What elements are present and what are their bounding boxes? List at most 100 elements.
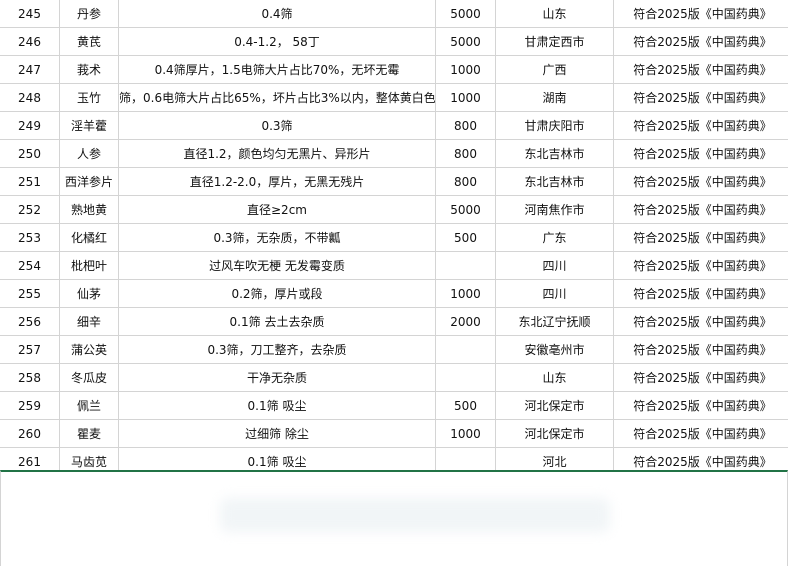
cell-herb-name[interactable]: 淫羊藿 xyxy=(60,112,119,140)
cell-specification[interactable]: 筛，0.6电筛大片占比65%，坏片占比3%以内，整体黄白色至淡 xyxy=(119,84,436,112)
cell-herb-name[interactable]: 黄芪 xyxy=(60,28,119,56)
cell-origin[interactable]: 东北吉林市 xyxy=(496,140,614,168)
cell-specification[interactable]: 直径≥2cm xyxy=(119,196,436,224)
cell-row-number[interactable]: 250 xyxy=(0,140,60,168)
cell-herb-name-text: 佩兰 xyxy=(60,397,118,414)
cell-quantity[interactable]: 5000 xyxy=(436,196,496,224)
cell-quantity[interactable]: 1000 xyxy=(436,84,496,112)
cell-standard[interactable]: 符合2025版《中国药典》 xyxy=(614,56,788,84)
cell-specification[interactable]: 直径1.2-2.0，厚片，无黑无残片 xyxy=(119,168,436,196)
cell-row-number[interactable]: 248 xyxy=(0,84,60,112)
cell-quantity[interactable]: 500 xyxy=(436,224,496,252)
cell-specification[interactable]: 0.4筛 xyxy=(119,0,436,28)
cell-row-number[interactable]: 258 xyxy=(0,364,60,392)
cell-quantity[interactable] xyxy=(436,364,496,392)
cell-row-number[interactable]: 251 xyxy=(0,168,60,196)
cell-standard[interactable]: 符合2025版《中国药典》 xyxy=(614,392,788,420)
cell-standard[interactable]: 符合2025版《中国药典》 xyxy=(614,140,788,168)
cell-row-number[interactable]: 256 xyxy=(0,308,60,336)
cell-row-number-text: 259 xyxy=(0,399,59,413)
cell-herb-name[interactable]: 熟地黄 xyxy=(60,196,119,224)
cell-quantity[interactable]: 800 xyxy=(436,140,496,168)
cell-standard[interactable]: 符合2025版《中国药典》 xyxy=(614,420,788,448)
cell-specification[interactable]: 0.4-1.2， 58丁 xyxy=(119,28,436,56)
cell-row-number[interactable]: 259 xyxy=(0,392,60,420)
cell-row-number[interactable]: 245 xyxy=(0,0,60,28)
cell-origin[interactable]: 甘肃庆阳市 xyxy=(496,112,614,140)
cell-quantity[interactable]: 1000 xyxy=(436,420,496,448)
cell-quantity[interactable] xyxy=(436,252,496,280)
cell-herb-name[interactable]: 蒲公英 xyxy=(60,336,119,364)
cell-specification[interactable]: 干净无杂质 xyxy=(119,364,436,392)
cell-row-number[interactable]: 249 xyxy=(0,112,60,140)
cell-standard[interactable]: 符合2025版《中国药典》 xyxy=(614,252,788,280)
cell-origin[interactable]: 四川 xyxy=(496,252,614,280)
cell-quantity[interactable]: 1000 xyxy=(436,56,496,84)
cell-herb-name[interactable]: 人参 xyxy=(60,140,119,168)
cell-quantity[interactable]: 500 xyxy=(436,392,496,420)
cell-herb-name[interactable]: 瞿麦 xyxy=(60,420,119,448)
cell-specification[interactable]: 0.3筛，无杂质，不带瓤 xyxy=(119,224,436,252)
cell-row-number[interactable]: 257 xyxy=(0,336,60,364)
cell-specification[interactable]: 0.1筛 去土去杂质 xyxy=(119,308,436,336)
cell-specification[interactable]: 过风车吹无梗 无发霉变质 xyxy=(119,252,436,280)
cell-specification[interactable]: 直径1.2，颜色均匀无黑片、异形片 xyxy=(119,140,436,168)
cell-origin[interactable]: 河北保定市 xyxy=(496,392,614,420)
cell-quantity[interactable] xyxy=(436,336,496,364)
cell-standard[interactable]: 符合2025版《中国药典》 xyxy=(614,0,788,28)
cell-herb-name[interactable]: 细辛 xyxy=(60,308,119,336)
cell-quantity[interactable]: 2000 xyxy=(436,308,496,336)
cell-herb-name[interactable]: 化橘红 xyxy=(60,224,119,252)
cell-row-number[interactable]: 253 xyxy=(0,224,60,252)
cell-origin[interactable]: 四川 xyxy=(496,280,614,308)
cell-standard[interactable]: 符合2025版《中国药典》 xyxy=(614,364,788,392)
cell-origin[interactable]: 河南焦作市 xyxy=(496,196,614,224)
cell-herb-name[interactable]: 冬瓜皮 xyxy=(60,364,119,392)
cell-origin-text: 河北保定市 xyxy=(496,397,613,414)
cell-row-number[interactable]: 254 xyxy=(0,252,60,280)
cell-herb-name[interactable]: 西洋参片 xyxy=(60,168,119,196)
cell-herb-name[interactable]: 枇杷叶 xyxy=(60,252,119,280)
cell-herb-name[interactable]: 丹参 xyxy=(60,0,119,28)
cell-quantity[interactable]: 5000 xyxy=(436,28,496,56)
cell-herb-name[interactable]: 仙茅 xyxy=(60,280,119,308)
cell-origin[interactable]: 广东 xyxy=(496,224,614,252)
cell-row-number[interactable]: 252 xyxy=(0,196,60,224)
cell-origin[interactable]: 广西 xyxy=(496,56,614,84)
cell-quantity[interactable]: 800 xyxy=(436,112,496,140)
cell-row-number[interactable]: 246 xyxy=(0,28,60,56)
cell-standard[interactable]: 符合2025版《中国药典》 xyxy=(614,28,788,56)
cell-specification[interactable]: 0.1筛 吸尘 xyxy=(119,392,436,420)
cell-specification[interactable]: 0.3筛，刀工整齐，去杂质 xyxy=(119,336,436,364)
cell-standard[interactable]: 符合2025版《中国药典》 xyxy=(614,280,788,308)
cell-quantity[interactable]: 1000 xyxy=(436,280,496,308)
cell-origin[interactable]: 山东 xyxy=(496,0,614,28)
cell-herb-name-text: 淫羊藿 xyxy=(60,117,118,134)
cell-origin[interactable]: 河北保定市 xyxy=(496,420,614,448)
cell-standard[interactable]: 符合2025版《中国药典》 xyxy=(614,196,788,224)
cell-row-number[interactable]: 247 xyxy=(0,56,60,84)
cell-standard[interactable]: 符合2025版《中国药典》 xyxy=(614,168,788,196)
cell-herb-name[interactable]: 莪术 xyxy=(60,56,119,84)
cell-herb-name[interactable]: 玉竹 xyxy=(60,84,119,112)
cell-origin[interactable]: 甘肃定西市 xyxy=(496,28,614,56)
cell-origin[interactable]: 安徽亳州市 xyxy=(496,336,614,364)
cell-origin[interactable]: 山东 xyxy=(496,364,614,392)
cell-standard[interactable]: 符合2025版《中国药典》 xyxy=(614,84,788,112)
cell-origin[interactable]: 东北辽宁抚顺 xyxy=(496,308,614,336)
cell-standard[interactable]: 符合2025版《中国药典》 xyxy=(614,224,788,252)
cell-origin[interactable]: 湖南 xyxy=(496,84,614,112)
cell-specification[interactable]: 0.2筛，厚片或段 xyxy=(119,280,436,308)
cell-quantity[interactable]: 5000 xyxy=(436,0,496,28)
cell-specification[interactable]: 0.4筛厚片，1.5电筛大片占比70%，无坏无霉 xyxy=(119,56,436,84)
cell-standard[interactable]: 符合2025版《中国药典》 xyxy=(614,336,788,364)
cell-standard[interactable]: 符合2025版《中国药典》 xyxy=(614,112,788,140)
cell-specification[interactable]: 过细筛 除尘 xyxy=(119,420,436,448)
cell-row-number[interactable]: 255 xyxy=(0,280,60,308)
cell-specification[interactable]: 0.3筛 xyxy=(119,112,436,140)
cell-herb-name[interactable]: 佩兰 xyxy=(60,392,119,420)
cell-row-number[interactable]: 260 xyxy=(0,420,60,448)
cell-quantity[interactable]: 800 xyxy=(436,168,496,196)
cell-standard[interactable]: 符合2025版《中国药典》 xyxy=(614,308,788,336)
cell-origin[interactable]: 东北吉林市 xyxy=(496,168,614,196)
